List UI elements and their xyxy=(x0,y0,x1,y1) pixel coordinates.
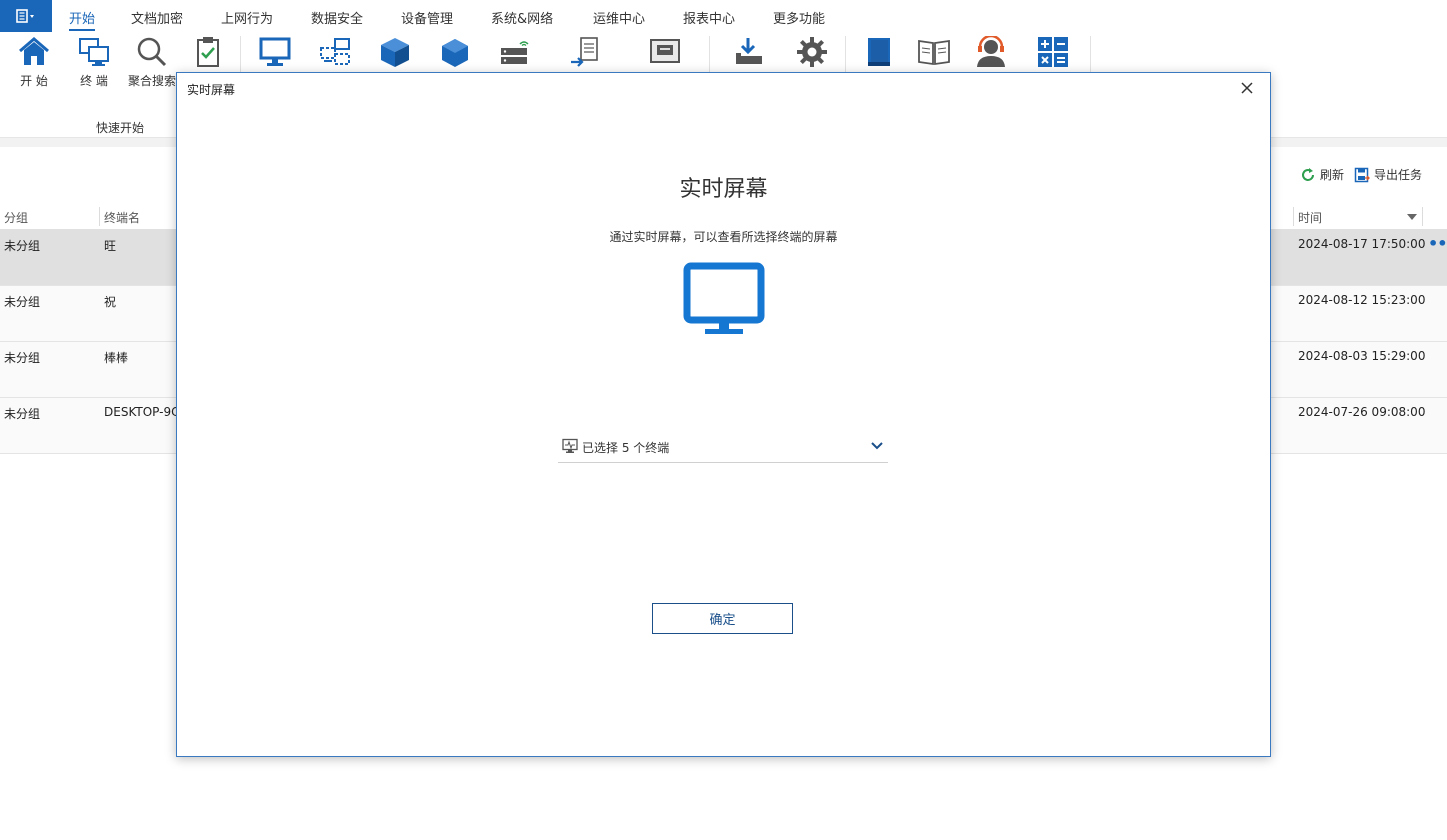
ribbon-task-button[interactable] xyxy=(182,36,234,68)
ribbon-remote-button[interactable] xyxy=(309,36,361,68)
cell-time: 2024-08-17 17:50:00 xyxy=(1298,237,1426,251)
column-divider xyxy=(99,207,100,226)
ribbon-doc-transfer-button[interactable] xyxy=(559,36,611,68)
cell-terminal-name: DESKTOP-9C xyxy=(104,405,180,419)
ribbon-settings-button[interactable] xyxy=(786,36,838,68)
app-menu-button[interactable] xyxy=(0,0,52,32)
sort-dropdown-icon[interactable] xyxy=(1406,213,1418,221)
tab-device-management[interactable]: 设备管理 xyxy=(401,8,453,27)
cell-group: 未分组 xyxy=(4,351,41,365)
export-tasks-button[interactable]: 导出任务 xyxy=(1354,166,1422,183)
search-icon xyxy=(137,37,167,67)
cell-terminal-name: 祝 xyxy=(104,295,117,309)
ribbon-software-button[interactable] xyxy=(369,36,421,68)
dialog-description: 通过实时屏幕，可以查看所选择终端的屏幕 xyxy=(609,230,838,244)
cell-time: 2024-08-12 15:23:00 xyxy=(1298,293,1426,307)
calculator-icon xyxy=(1038,37,1068,67)
book-icon xyxy=(868,38,890,66)
ribbon-terminals-button[interactable]: 终 端 xyxy=(68,36,120,89)
ribbon-calculator-button[interactable] xyxy=(1027,36,1079,68)
column-divider xyxy=(1422,207,1423,226)
home-icon xyxy=(19,37,49,65)
ribbon-search-label: 聚合搜索 xyxy=(127,74,176,88)
refresh-icon xyxy=(1302,167,1314,181)
ribbon-manual-button[interactable] xyxy=(853,36,905,68)
tab-system-network[interactable]: 系统&网络 xyxy=(491,8,553,27)
cell-terminal-name: 棒棒 xyxy=(104,351,129,365)
gear-icon xyxy=(797,37,827,67)
column-divider xyxy=(1293,207,1294,226)
dialog-title: 实时屏幕 xyxy=(187,83,236,97)
ribbon-monitor-button[interactable] xyxy=(249,36,301,68)
ribbon-port-button[interactable] xyxy=(639,36,691,68)
ribbon-start-button[interactable]: 开 始 xyxy=(8,36,60,89)
network-port-icon xyxy=(650,39,680,63)
tab-more-features[interactable]: 更多功能 xyxy=(773,8,825,27)
app-menu-icon xyxy=(16,9,34,23)
tab-start[interactable]: 开始 xyxy=(69,8,96,31)
tab-report-center[interactable]: 报表中心 xyxy=(683,8,735,27)
export-icon xyxy=(1354,167,1370,182)
column-header-group[interactable]: 分组 xyxy=(4,209,28,226)
hexagon-icon xyxy=(442,39,468,67)
monitor-icon xyxy=(259,37,291,66)
refresh-label: 刷新 xyxy=(1320,168,1345,182)
cell-terminal-name: 旺 xyxy=(104,239,117,253)
ribbon-asset-button[interactable] xyxy=(429,36,481,68)
selected-terminals-text: 已选择 5 个终端 xyxy=(582,441,670,455)
support-agent-icon xyxy=(977,36,1005,67)
tab-web-behavior[interactable]: 上网行为 xyxy=(221,8,273,27)
ribbon-start-label: 开 始 xyxy=(20,74,48,88)
ribbon-terminals-label: 终 端 xyxy=(80,74,108,88)
cube-icon xyxy=(381,38,409,67)
export-label: 导出任务 xyxy=(1374,168,1423,182)
tab-data-security[interactable]: 数据安全 xyxy=(311,8,363,27)
open-book-icon xyxy=(918,39,950,66)
close-icon[interactable] xyxy=(1238,79,1256,97)
cell-group: 未分组 xyxy=(4,239,41,253)
download-install-icon xyxy=(736,38,762,64)
remote-network-icon xyxy=(320,38,350,65)
monitor-icon xyxy=(683,262,765,334)
clipboard-check-icon xyxy=(197,37,219,67)
cell-time: 2024-07-26 09:08:00 xyxy=(1298,405,1426,419)
ribbon-server-button[interactable] xyxy=(489,36,541,68)
dialog-heading: 实时屏幕 xyxy=(679,177,768,202)
ribbon-install-button[interactable] xyxy=(722,36,774,68)
terminal-list-icon xyxy=(562,438,578,453)
cell-time: 2024-08-03 15:29:00 xyxy=(1298,349,1426,363)
ribbon-group-label: 快速开始 xyxy=(96,121,145,135)
cell-group: 未分组 xyxy=(4,295,41,309)
ribbon-search-button[interactable]: 聚合搜索 xyxy=(126,36,178,89)
terminal-selector[interactable]: 已选择 5 个终端 xyxy=(558,435,888,463)
document-transfer-icon xyxy=(571,37,598,67)
ribbon-guide-button[interactable] xyxy=(908,36,960,68)
column-header-time[interactable]: 时间 xyxy=(1298,209,1322,226)
tab-doc-encryption[interactable]: 文档加密 xyxy=(131,8,183,27)
ribbon-support-button[interactable] xyxy=(965,36,1017,68)
server-wireless-icon xyxy=(501,41,529,64)
tab-ops-center[interactable]: 运维中心 xyxy=(593,8,645,27)
cell-group: 未分组 xyxy=(4,407,41,421)
chevron-down-icon[interactable] xyxy=(870,441,884,451)
realtime-screen-dialog: 实时屏幕 实时屏幕 通过实时屏幕，可以查看所选择终端的屏幕 已选择 5 个终端 … xyxy=(176,72,1271,757)
menu-bar: 开始 文档加密 上网行为 数据安全 设备管理 系统&网络 运维中心 报表中心 更… xyxy=(0,0,1447,32)
refresh-button[interactable]: 刷新 xyxy=(1300,166,1344,183)
more-options-icon[interactable]: ••• xyxy=(1428,234,1447,253)
terminals-icon xyxy=(79,38,109,66)
ok-button[interactable]: 确定 xyxy=(652,603,793,634)
column-header-terminal-name[interactable]: 终端名 xyxy=(104,209,140,226)
